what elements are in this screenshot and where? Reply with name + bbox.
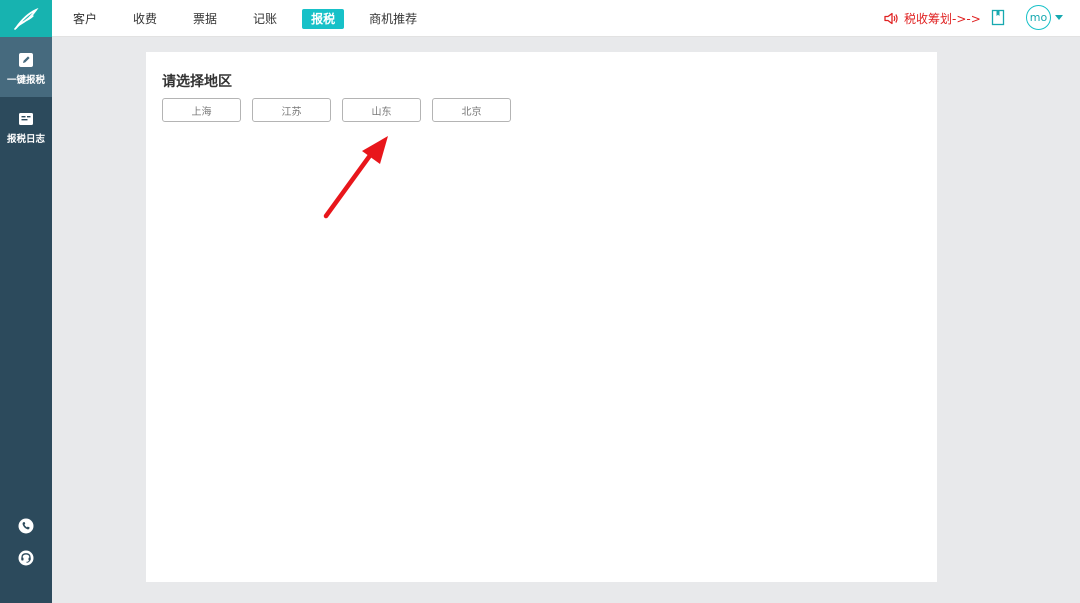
edit-icon — [18, 52, 34, 68]
region-button-shanghai[interactable]: 上海 — [162, 98, 241, 122]
avatar[interactable]: mo — [1026, 5, 1051, 30]
region-button-jiangsu[interactable]: 江苏 — [252, 98, 331, 122]
nav-business-recommend[interactable]: 商机推荐 — [358, 9, 428, 29]
nav-bookkeeping[interactable]: 记账 — [242, 9, 288, 29]
nav-billing[interactable]: 收费 — [122, 9, 168, 29]
main-nav: 客户 收费 票据 记账 报税 商机推荐 — [62, 0, 442, 37]
nav-receipts[interactable]: 票据 — [182, 9, 228, 29]
sidebar-item-filing-log[interactable]: 报税日志 — [0, 111, 52, 161]
region-button-group: 上海 江苏 山东 北京 — [162, 98, 522, 122]
top-bar: 客户 收费 票据 记账 报税 商机推荐 税收筹划->-> mo — [0, 0, 1080, 37]
bookmark-icon[interactable] — [990, 9, 1006, 27]
sidebar-item-label: 报税日志 — [6, 134, 45, 145]
feather-logo-icon — [14, 7, 39, 30]
sidebar-item-one-click-filing[interactable]: 一键报税 — [0, 37, 52, 97]
nav-customers[interactable]: 客户 — [62, 9, 108, 29]
region-select-panel: 请选择地区 上海 江苏 山东 北京 — [146, 52, 937, 582]
region-button-beijing[interactable]: 北京 — [432, 98, 511, 122]
speaker-icon — [884, 12, 899, 25]
sidebar-item-label: 一键报税 — [6, 75, 45, 86]
sidebar: 一键报税 报税日志 — [0, 37, 52, 603]
app-logo[interactable] — [0, 0, 52, 37]
support-icon[interactable] — [18, 550, 34, 566]
log-icon — [18, 111, 34, 127]
tax-planning-label: 税收筹划->-> — [904, 11, 981, 26]
phone-icon[interactable] — [18, 518, 34, 534]
nav-tax-filing[interactable]: 报税 — [302, 8, 345, 29]
region-button-shandong[interactable]: 山东 — [342, 98, 421, 122]
tax-planning-link[interactable]: 税收筹划->-> — [884, 8, 981, 28]
annotation-arrow-icon — [323, 136, 388, 219]
chevron-down-icon[interactable] — [1055, 15, 1063, 20]
page-title: 请选择地区 — [162, 74, 232, 90]
